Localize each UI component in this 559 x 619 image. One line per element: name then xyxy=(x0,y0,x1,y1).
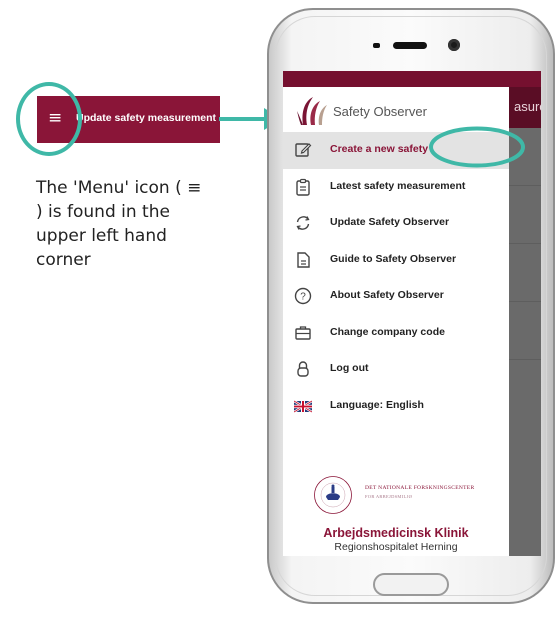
list-divider xyxy=(509,301,541,302)
menu-item-log-out[interactable]: Log out xyxy=(283,351,509,388)
list-divider xyxy=(509,243,541,244)
highlight-ring-menu-icon xyxy=(16,82,82,156)
highlight-ring-create-item xyxy=(429,126,525,168)
nfa-seal-icon xyxy=(314,476,352,514)
menu-item-about[interactable]: ? About Safety Observer xyxy=(283,278,509,315)
hospital-name: Regionshospitalet Herning xyxy=(334,541,458,553)
menu-item-label: Log out xyxy=(330,362,369,374)
clinic-name: Arbejdsmedicinsk Klinik xyxy=(323,526,469,540)
proximity-sensor-icon xyxy=(373,43,380,48)
menu-item-label: Create a new safety xyxy=(330,143,429,155)
front-camera-icon xyxy=(448,39,460,51)
callout-explanation: The 'Menu' icon ( ≡ ) is found in the up… xyxy=(36,178,202,270)
menu-item-language[interactable]: Language: English xyxy=(283,388,509,425)
list-divider xyxy=(509,359,541,360)
toolbar-title: Update safety measurement xyxy=(76,112,217,124)
pencil-square-icon xyxy=(295,143,312,157)
phone-frame: asure... Safety Observer xyxy=(267,8,555,604)
menu-item-label: Update Safety Observer xyxy=(330,216,450,228)
menu-item-latest-measurement[interactable]: Latest safety measurement xyxy=(283,169,509,206)
menu-item-guide[interactable]: Guide to Safety Observer xyxy=(283,242,509,279)
home-button[interactable] xyxy=(373,573,449,596)
header-title-dimmed: asure... xyxy=(514,99,541,114)
svg-text:?: ? xyxy=(300,292,306,303)
pointer-arrow-line xyxy=(219,117,267,121)
question-circle-icon: ? xyxy=(294,287,312,305)
menu-item-update-safety-observer[interactable]: Update Safety Observer xyxy=(283,205,509,242)
safety-observer-logo-icon xyxy=(297,97,327,125)
menu-item-label: Language: English xyxy=(330,398,424,411)
menu-item-label: Change company code xyxy=(330,325,445,338)
document-icon xyxy=(297,251,310,268)
nfa-name-line2: FOR ARBEJDSMILJØ xyxy=(365,494,413,499)
menu-item-label: Latest safety measurement xyxy=(330,179,466,192)
briefcase-icon xyxy=(295,325,311,340)
earpiece-icon xyxy=(393,42,427,49)
menu-item-label: About Safety Observer xyxy=(330,289,444,301)
drawer-footer-logos: DET NATIONALE FORSKNINGSCENTER FOR ARBEJ… xyxy=(283,457,509,556)
drawer-menu: Create a new safety Latest safety measur… xyxy=(283,132,509,424)
list-divider xyxy=(509,185,541,186)
menu-item-change-company-code[interactable]: Change company code xyxy=(283,315,509,352)
menu-item-label: Guide to Safety Observer xyxy=(330,252,457,265)
refresh-icon xyxy=(296,216,310,230)
drawer-brand-title: Safety Observer xyxy=(333,104,427,119)
status-bar xyxy=(283,71,541,87)
nfa-name-line1: DET NATIONALE FORSKNINGSCENTER xyxy=(365,485,475,491)
clipboard-icon xyxy=(296,178,310,196)
padlock-icon xyxy=(297,361,309,377)
uk-flag-icon xyxy=(294,399,312,413)
